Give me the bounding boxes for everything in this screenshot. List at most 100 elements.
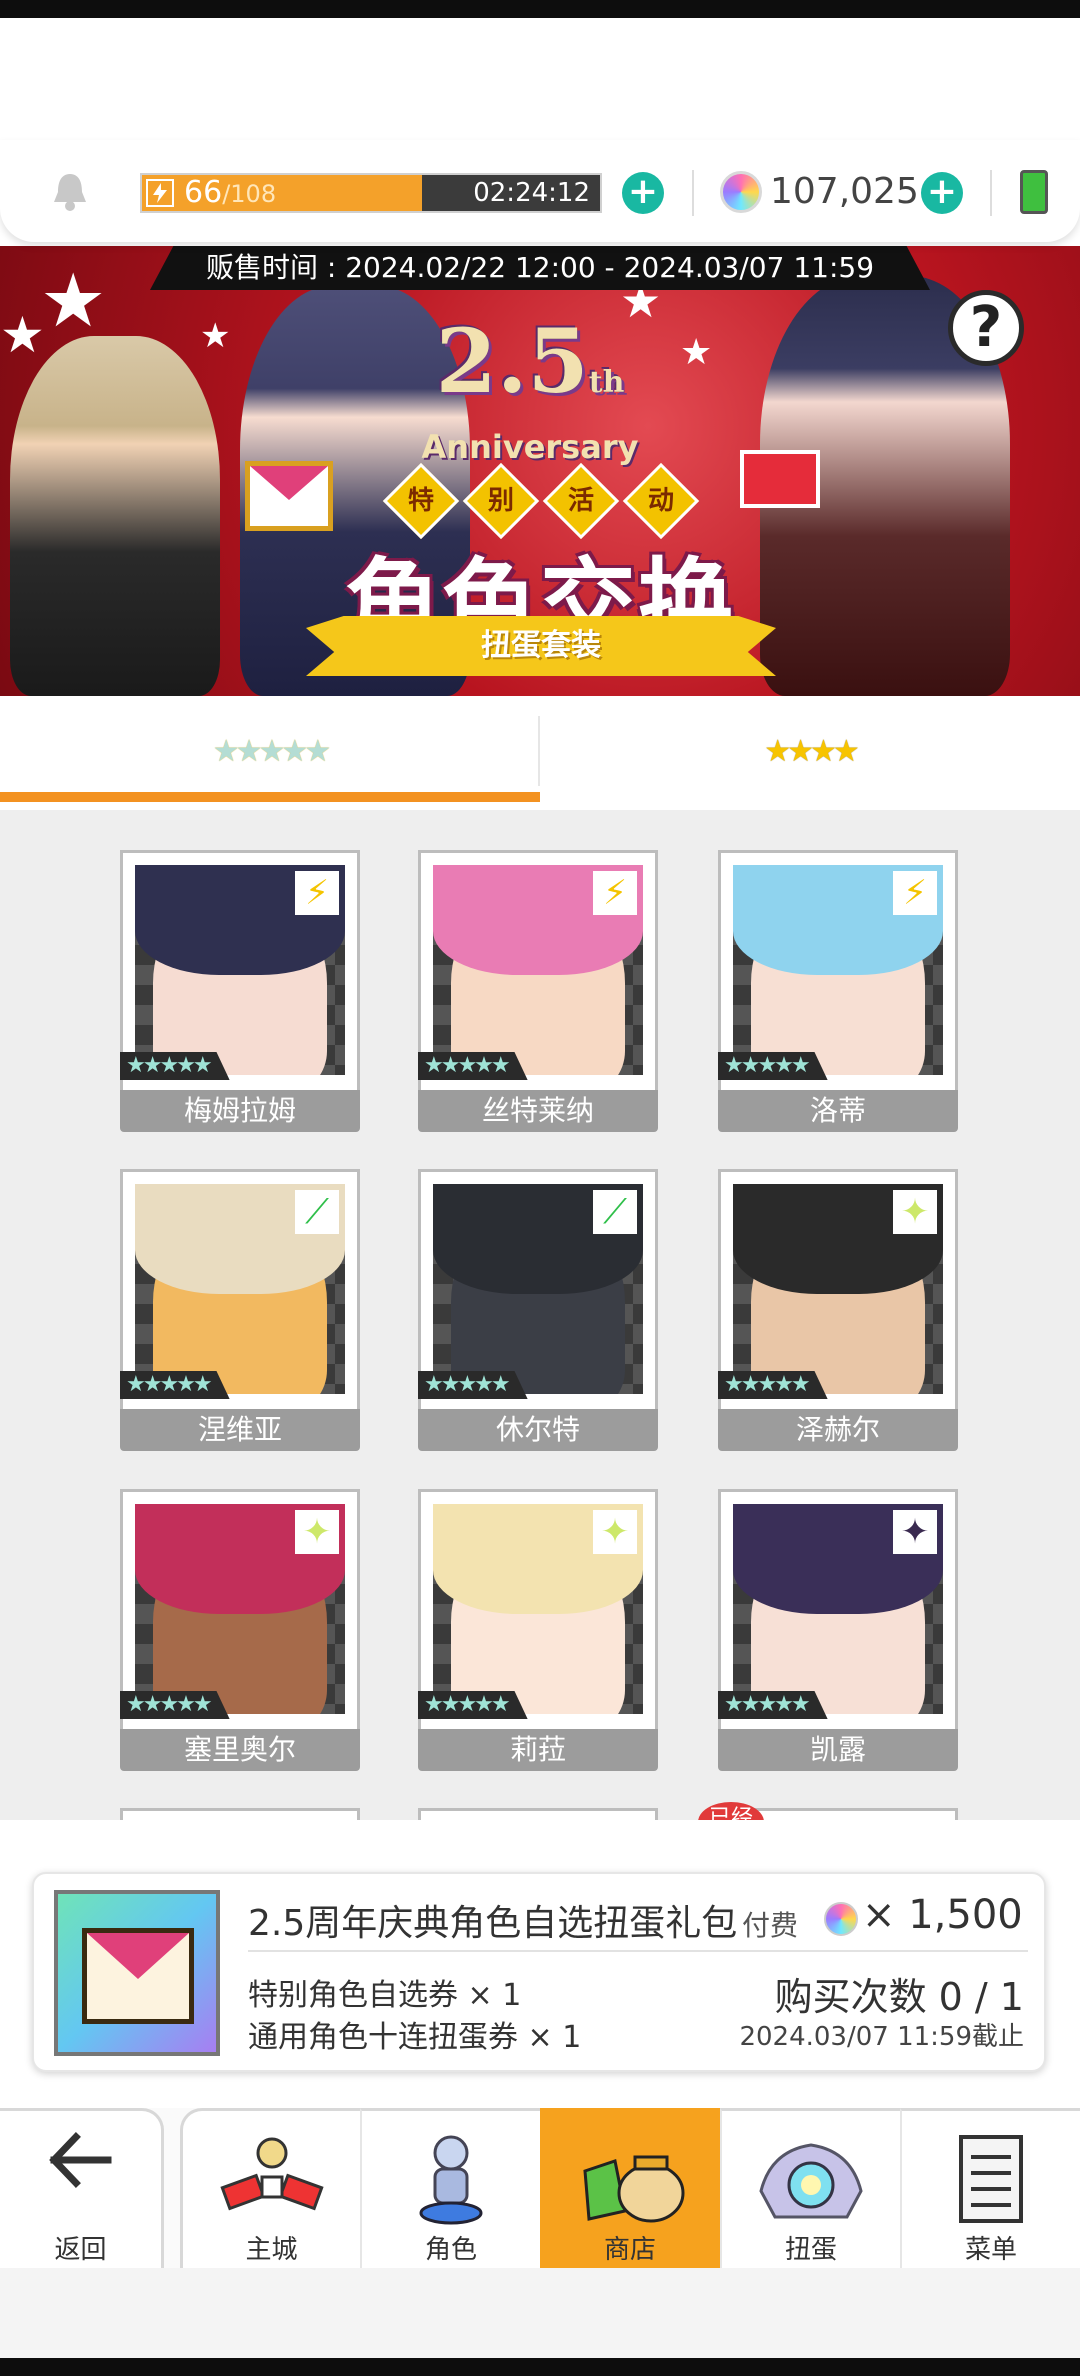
gacha-orb-icon [751, 2131, 871, 2231]
character-card[interactable]: ✦ ★★★★★ 泽赫尔 [718, 1169, 958, 1451]
character-card[interactable] [418, 1808, 658, 1820]
star-decoration-icon: ★ [40, 258, 107, 344]
character-card[interactable]: ✦ ★★★★★ 塞里奥尔 [120, 1489, 360, 1771]
character-name: 塞里奥尔 [120, 1729, 360, 1771]
event-tags: 特 别 活 动 [382, 462, 700, 540]
lightning-element-icon: ⚡ [893, 871, 937, 915]
anniversary-word: Anniversary [421, 428, 639, 466]
star-rating: ★★★★★ [418, 1691, 528, 1719]
banner-character-left [10, 336, 220, 696]
character-card[interactable]: ⟋ ★★★★★ 涅维亚 [120, 1169, 360, 1451]
gem-amount: 107,025 [770, 171, 919, 212]
lightning-element-icon: ⚡ [593, 871, 637, 915]
nav-character-button[interactable]: 角色 [360, 2108, 540, 2268]
card-frame [120, 1808, 360, 1820]
character-card[interactable]: ⚡ ★★★★★ 丝特莱纳 [418, 850, 658, 1132]
character-name: 涅维亚 [120, 1409, 360, 1451]
nav-label: 返回 [54, 2235, 107, 2265]
owned-badge: 已经 [698, 1802, 764, 1820]
stamina-text: 66/108 [184, 175, 277, 210]
stamina-timer: 02:24:12 [473, 178, 590, 208]
add-gem-button[interactable]: + [921, 172, 963, 214]
dark-element-icon: ✦ [893, 1510, 937, 1554]
star-rating: ★★★★★ [718, 1371, 828, 1399]
wind-element-icon: ⟋ [593, 1190, 637, 1234]
add-stamina-button[interactable]: + [622, 172, 664, 214]
sale-time: 贩售时间 : 2024.02/22 12:00 - 2024.03/07 11:… [150, 246, 930, 290]
character-name: 凯露 [718, 1729, 958, 1771]
character-name: 梅姆拉姆 [120, 1090, 360, 1132]
character-card[interactable] [120, 1808, 360, 1820]
event-banner[interactable]: ★ ★ ★ ★ ★ 2.5th Anniversary 特 别 活 动 角色交换… [0, 246, 1080, 696]
nav-menu-button[interactable]: 菜单 [900, 2108, 1080, 2268]
lightning-icon [146, 179, 174, 207]
deadline: 2024.03/07 11:59截止 [739, 2022, 1024, 2052]
price-label: 付费 [742, 1909, 799, 1942]
character-name: 丝特莱纳 [418, 1090, 658, 1132]
product-item: 特别角色自选券 × 1 [248, 1978, 522, 2013]
menu-list-icon [951, 2131, 1031, 2231]
tab-divider [538, 716, 540, 786]
character-portrait: ⚡ [135, 865, 345, 1075]
top-bar: 66/108 02:24:12 + 107,025 + [0, 140, 1080, 242]
star-rating: ★★★★★ [120, 1691, 230, 1719]
character-card[interactable]: ⚡ ★★★★★ 梅姆拉姆 [120, 850, 360, 1132]
character-name: 洛蒂 [718, 1090, 958, 1132]
star-rating: ★★★★★ [418, 1371, 528, 1399]
character-portrait: ✦ [433, 1504, 643, 1714]
nav-label: 主城 [245, 2235, 298, 2265]
status-strip [0, 0, 1080, 18]
purchase-count: 购买次数 0 / 1 [774, 1975, 1024, 2019]
character-grid[interactable]: ⚡ ★★★★★ 梅姆拉姆 ⚡ ★★★★★ 丝特莱纳 ⚡ ★★★★★ 洛蒂 ⟋ ★★★★★ 涅维亚 ⟋ ★★… [0, 810, 1080, 1820]
character-card[interactable]: ✦ ★★★★★ 莉菈 [418, 1489, 658, 1771]
character-portrait: ✦ [733, 1504, 943, 1714]
tab-four-star[interactable]: ★★★★ [540, 696, 1080, 806]
star-decoration-icon: ★ [0, 306, 45, 364]
star-decoration-icon: ★ [200, 316, 231, 356]
character-name: 休尔特 [418, 1409, 658, 1451]
back-arrow-icon [46, 2125, 116, 2211]
character-portrait: ✦ [135, 1504, 345, 1714]
gem-icon [720, 171, 762, 213]
light-element-icon: ✦ [893, 1190, 937, 1234]
bell-icon[interactable] [46, 168, 94, 216]
nav-gacha-button[interactable]: 扭蛋 [720, 2108, 900, 2268]
nav-back-button[interactable]: 返回 [0, 2108, 164, 2268]
star-rating: ★★★★★ [718, 1691, 828, 1719]
system-nav-bar [0, 2358, 1080, 2376]
active-tab-indicator [0, 792, 540, 802]
product-item: 通用角色十连扭蛋券 × 1 [248, 2020, 582, 2055]
nav-label: 商店 [603, 2235, 656, 2265]
help-button[interactable]: ? [948, 290, 1024, 366]
product-panel[interactable]: 2.5周年庆典角色自选扭蛋礼包 付费 × 1,500 特别角色自选券 × 1 通… [32, 1872, 1046, 2072]
bottom-nav: 返回 主城 角色 商店 扭蛋 菜单 [0, 2108, 1080, 2268]
banner-subtitle: 扭蛋套装 [306, 616, 776, 676]
star-rating: ★★★★★ [718, 1052, 828, 1080]
divider [248, 1950, 1028, 1952]
character-card[interactable]: ⟋ ★★★★★ 休尔特 [418, 1169, 658, 1451]
rarity-tabs: ★★★★★ ★★★★ [0, 696, 1080, 806]
product-name: 2.5周年庆典角色自选扭蛋礼包 [248, 1903, 738, 1944]
nav-home-button[interactable]: 主城 [180, 2108, 360, 2268]
bottom-strip [0, 2268, 1080, 2358]
nav-label: 菜单 [964, 2235, 1017, 2265]
divider [692, 170, 694, 216]
tab-label: ★★★★★ [212, 734, 332, 769]
lightning-element-icon: ⚡ [295, 871, 339, 915]
wind-element-icon: ⟋ [295, 1190, 339, 1234]
character-icon [411, 2131, 491, 2231]
gem-icon [824, 1902, 858, 1936]
stamina-bar: 66/108 02:24:12 [140, 173, 602, 213]
envelope-icon [245, 461, 333, 531]
nav-shop-button[interactable]: 商店 [540, 2108, 720, 2268]
tab-five-star[interactable]: ★★★★★ [0, 696, 540, 806]
nav-label: 角色 [424, 2235, 477, 2265]
ticket-icon [740, 450, 820, 508]
character-card[interactable]: ⚡ ★★★★★ 洛蒂 [718, 850, 958, 1132]
light-element-icon: ✦ [295, 1510, 339, 1554]
character-portrait: ✦ [733, 1184, 943, 1394]
character-card[interactable]: ✦ ★★★★★ 凯露 [718, 1489, 958, 1771]
star-rating: ★★★★★ [418, 1052, 528, 1080]
battery-icon [1020, 170, 1048, 214]
character-portrait: ⚡ [433, 865, 643, 1075]
